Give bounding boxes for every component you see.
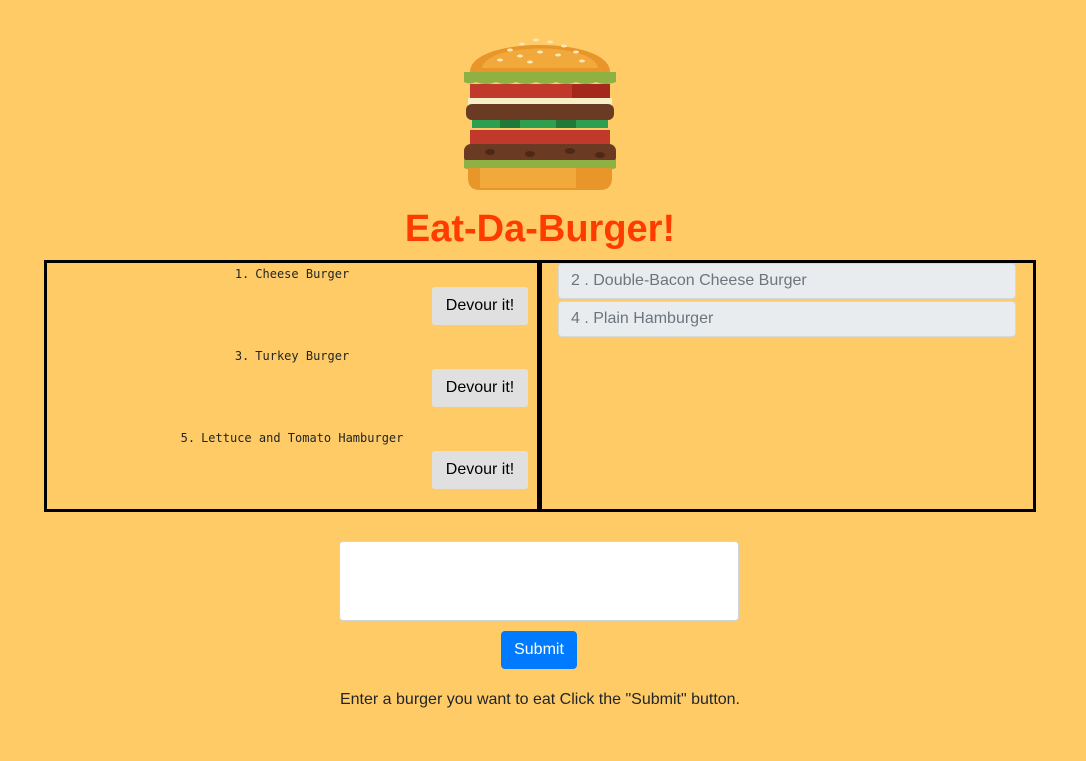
devour-button[interactable]: Devour it! <box>432 369 528 407</box>
burger-label: Turkey Burger <box>255 349 350 363</box>
burger-label: Lettuce and Tomato Hamburger <box>201 431 404 445</box>
devoured-burger-item: 4 . Plain Hamburger <box>558 301 1016 337</box>
list-item: 3. Turkey Burger Devour it! <box>47 345 537 427</box>
burger-name: 3. Turkey Burger <box>47 349 537 363</box>
burger-label: Cheese Burger <box>255 267 350 281</box>
burger-name: 5. Lettuce and Tomato Hamburger <box>47 431 537 445</box>
page-title: Eat-Da-Burger! <box>404 208 676 250</box>
not-devoured-panel: 1. Cheese Burger Devour it! 3. Turkey Burg… <box>44 260 540 512</box>
devoured-panel: 2 . Double-Bacon Cheese Burger 4 . Plain… <box>539 260 1036 512</box>
burger-number: 1. <box>234 267 250 281</box>
devoured-burger-item: 2 . Double-Bacon Cheese Burger <box>558 263 1016 299</box>
list-item: 5. Lettuce and Tomato Hamburger Devour it… <box>47 427 537 509</box>
instructions-text: Enter a burger you want to eat Click the… <box>339 691 740 708</box>
list-item: 1. Cheese Burger Devour it! <box>47 263 537 345</box>
burger-name: 1. Cheese Burger <box>47 267 537 281</box>
submit-button[interactable]: Submit <box>501 631 577 669</box>
burger-input[interactable] <box>339 541 739 621</box>
burger-number: 5. <box>180 431 196 445</box>
burger-number: 3. <box>234 349 250 363</box>
devour-button[interactable]: Devour it! <box>432 451 528 489</box>
devour-button[interactable]: Devour it! <box>432 287 528 325</box>
burger-icon <box>464 38 616 190</box>
